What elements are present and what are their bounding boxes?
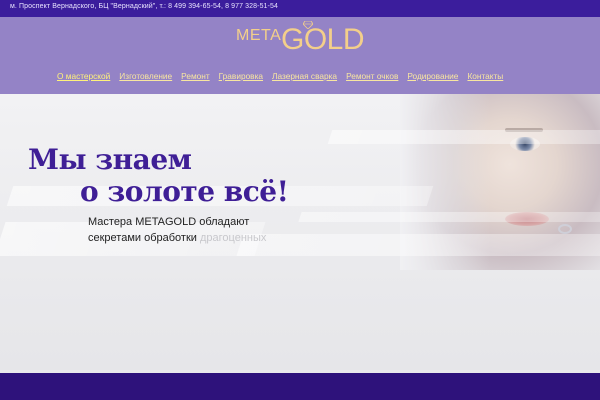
subtext-line-2-faint: драгоценных bbox=[199, 232, 267, 244]
ring-image bbox=[558, 224, 572, 234]
logo-meta-text: META bbox=[236, 27, 282, 44]
hero-headline: Мы знаем о золоте всё! bbox=[28, 143, 289, 208]
decor-stripe bbox=[236, 234, 600, 256]
headline-line-2: о золоте всё! bbox=[80, 175, 289, 208]
nav-glasses-repair[interactable]: Ремонт очков bbox=[346, 71, 398, 85]
hero-banner: Мы знаем о золоте всё! Мастера METAGOLD … bbox=[0, 94, 600, 370]
nav-about[interactable]: О мастерской bbox=[57, 71, 110, 85]
nav-repair[interactable]: Ремонт bbox=[181, 71, 209, 85]
subtext-line-1: Мастера METAGOLD обладают bbox=[88, 216, 250, 228]
decor-stripe bbox=[298, 212, 600, 222]
contact-info: м. Проспект Вернадского, БЦ "Вернадский"… bbox=[10, 3, 278, 10]
main-nav: О мастерской Изготовление Ремонт Гравиро… bbox=[57, 71, 503, 85]
subtext-line-2: секретами обработки bbox=[88, 232, 197, 244]
site-header: META GOLD О мастерской Изготовление Ремо… bbox=[0, 17, 600, 94]
hero-subtext: Мастера METAGOLD обладают секретами обра… bbox=[88, 214, 266, 246]
decor-stripe bbox=[327, 130, 600, 144]
footer-bar bbox=[0, 373, 600, 400]
headline-line-1: Мы знаем bbox=[28, 143, 192, 176]
logo-gold-text: GOLD bbox=[281, 23, 365, 56]
nav-engraving[interactable]: Гравировка bbox=[219, 71, 263, 85]
nav-manufacturing[interactable]: Изготовление bbox=[119, 71, 172, 85]
nav-rhodium-plating[interactable]: Родирование bbox=[407, 71, 458, 85]
site-logo[interactable]: META GOLD bbox=[236, 21, 370, 57]
nav-laser-welding[interactable]: Лазерная сварка bbox=[272, 71, 337, 85]
nav-contacts[interactable]: Контакты bbox=[467, 71, 503, 85]
top-bar: м. Проспект Вернадского, БЦ "Вернадский"… bbox=[0, 0, 600, 17]
